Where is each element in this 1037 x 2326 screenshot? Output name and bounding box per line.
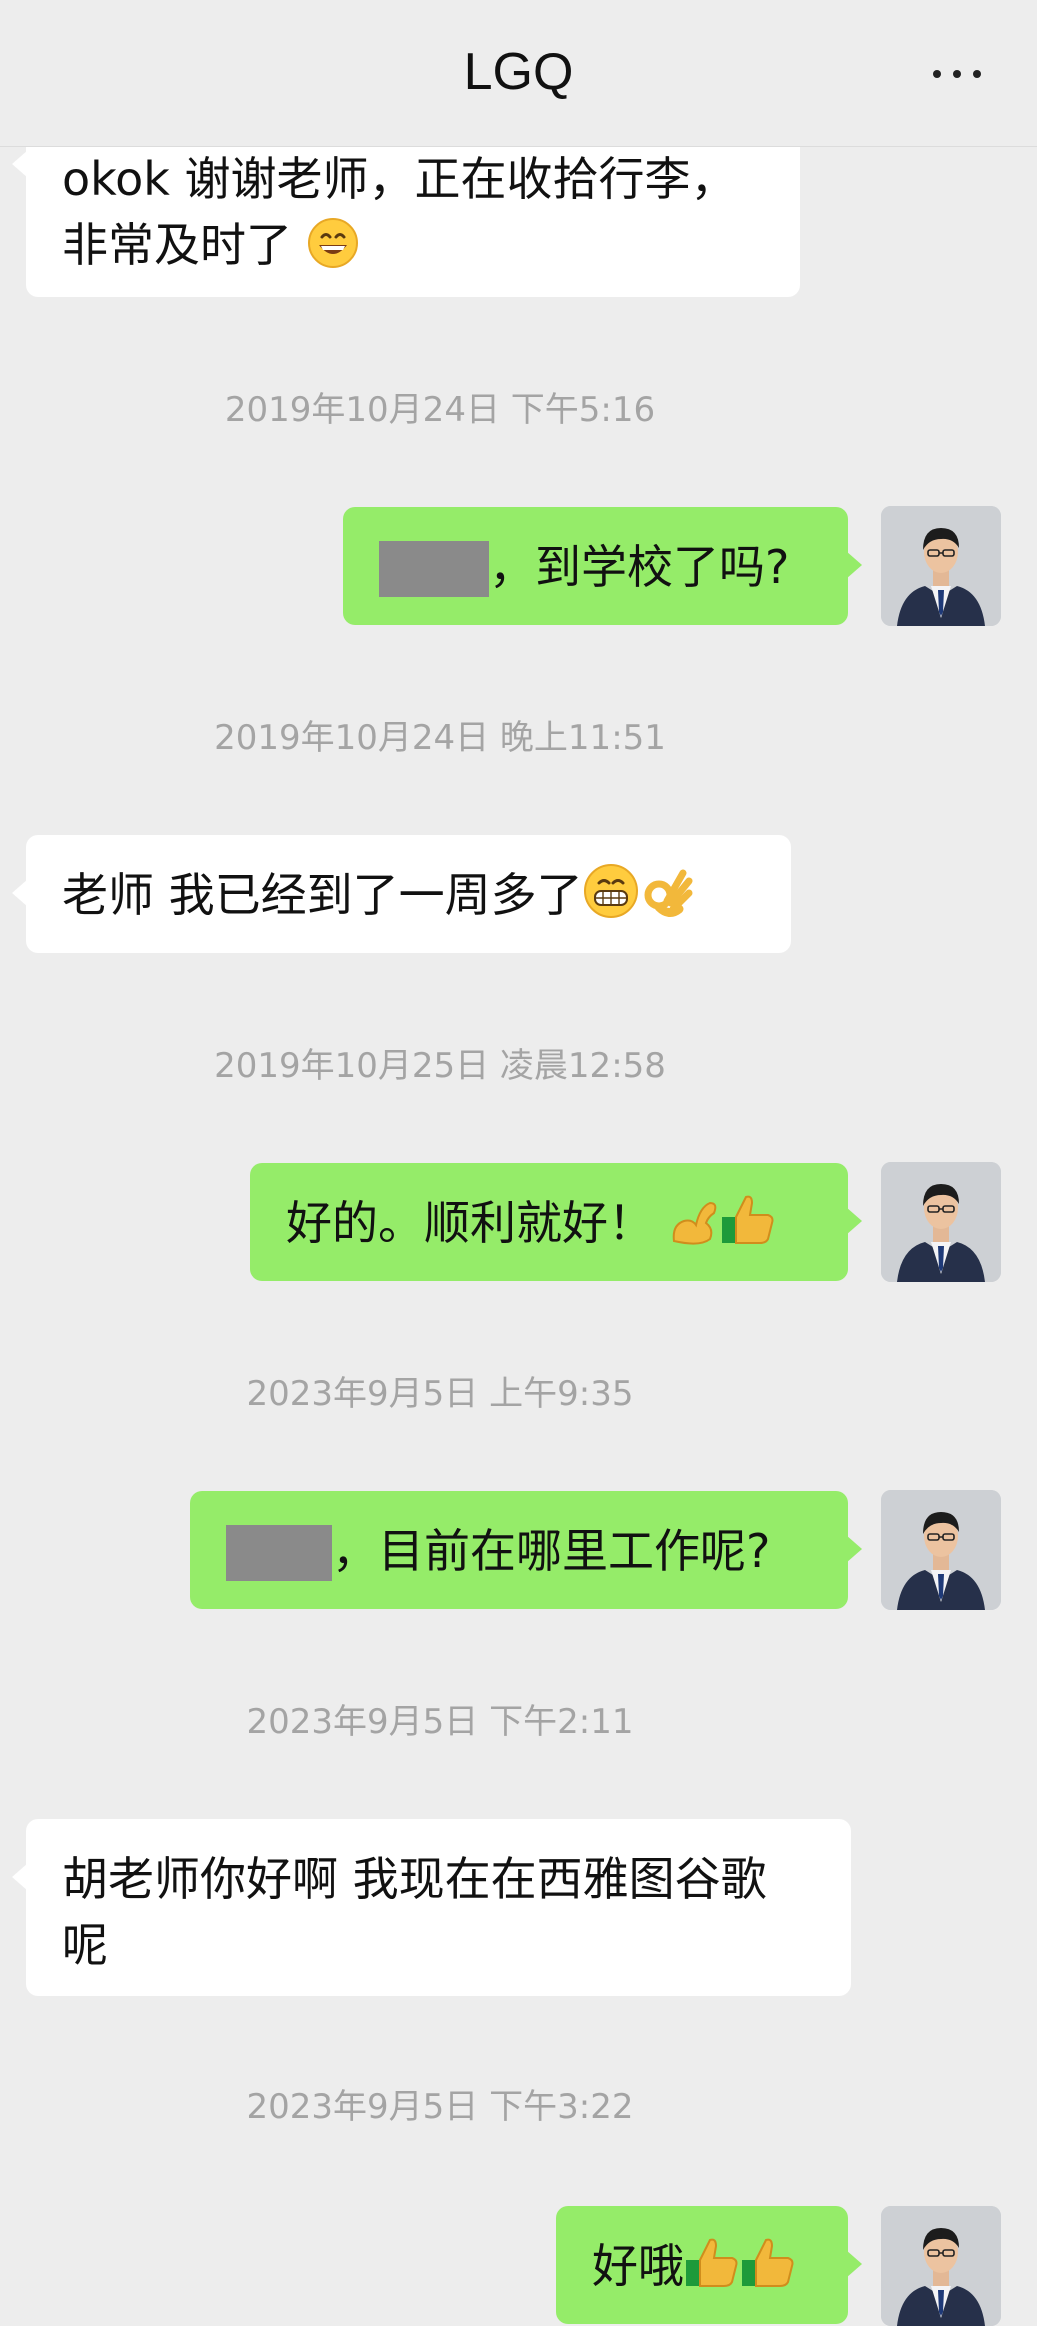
thumbs-up-emoji-icon xyxy=(684,2234,740,2307)
redacted-name xyxy=(379,541,489,597)
message-text: 老师 我已经到了一周多了 xyxy=(62,868,583,922)
more-dots-icon xyxy=(973,70,981,78)
more-dots-icon xyxy=(953,70,961,78)
timestamp: 2023年9月5日 下午3:22 xyxy=(246,2087,634,2127)
more-dots-icon xyxy=(933,70,941,78)
message-text: ，到学校了吗? xyxy=(489,540,790,594)
message-text: 好的。顺利就好！ xyxy=(286,1196,654,1250)
avatar[interactable] xyxy=(881,1162,1001,1282)
flexed-biceps-emoji-icon xyxy=(668,1195,720,1264)
message-text-line: okok 谢谢老师，正在收拾行李， xyxy=(62,152,737,206)
message-text: 好哦 xyxy=(592,2239,684,2293)
avatar[interactable] xyxy=(881,506,1001,626)
timestamp: 2019年10月25日 凌晨12:58 xyxy=(214,1046,666,1086)
grinning-emoji-icon xyxy=(307,217,359,286)
avatar[interactable] xyxy=(881,1490,1001,1610)
timestamp: 2023年9月5日 下午2:11 xyxy=(246,1702,634,1742)
more-button[interactable] xyxy=(927,58,987,88)
message-text-line: 非常及时了 xyxy=(62,212,764,286)
message-text-line: 呢 xyxy=(62,1918,108,1972)
timestamp: 2019年10月24日 下午5:16 xyxy=(224,390,656,430)
ok-hand-emoji-icon xyxy=(639,863,695,936)
chat-title: LGQ xyxy=(463,43,574,101)
message-outgoing[interactable]: 好哦 xyxy=(556,2206,862,2324)
message-outgoing[interactable]: ，目前在哪里工作呢? xyxy=(190,1491,862,1609)
message-text: ，目前在哪里工作呢? xyxy=(332,1524,771,1578)
chat-header: LGQ xyxy=(0,0,1037,147)
avatar-icon xyxy=(881,506,1001,626)
avatar-icon xyxy=(881,2206,1001,2326)
message-incoming[interactable]: 胡老师你好啊 我现在在西雅图谷歌 呢 xyxy=(12,1819,851,1996)
timestamp: 2023年9月5日 上午9:35 xyxy=(246,1374,634,1414)
message-outgoing[interactable]: ，到学校了吗? xyxy=(343,507,862,625)
thumbs-up-emoji-icon xyxy=(720,1191,776,1264)
grimacing-emoji-icon xyxy=(583,863,639,936)
thumbs-up-emoji-icon xyxy=(740,2234,796,2307)
avatar[interactable] xyxy=(881,2206,1001,2326)
message-incoming[interactable]: 老师 我已经到了一周多了 xyxy=(12,835,791,953)
avatar-icon xyxy=(881,1162,1001,1282)
redacted-name xyxy=(226,1525,332,1581)
message-outgoing[interactable]: 好的。顺利就好！ xyxy=(250,1163,862,1281)
message-text: 非常及时了 xyxy=(62,218,292,272)
message-text-line: 胡老师你好啊 我现在在西雅图谷歌 xyxy=(62,1852,767,1906)
avatar-icon xyxy=(881,1490,1001,1610)
timestamp: 2019年10月24日 晚上11:51 xyxy=(214,718,666,758)
chat-area[interactable]: okok 谢谢老师，正在收拾行李， 非常及时了 2019年10月24日 下午5:… xyxy=(0,0,1037,2326)
